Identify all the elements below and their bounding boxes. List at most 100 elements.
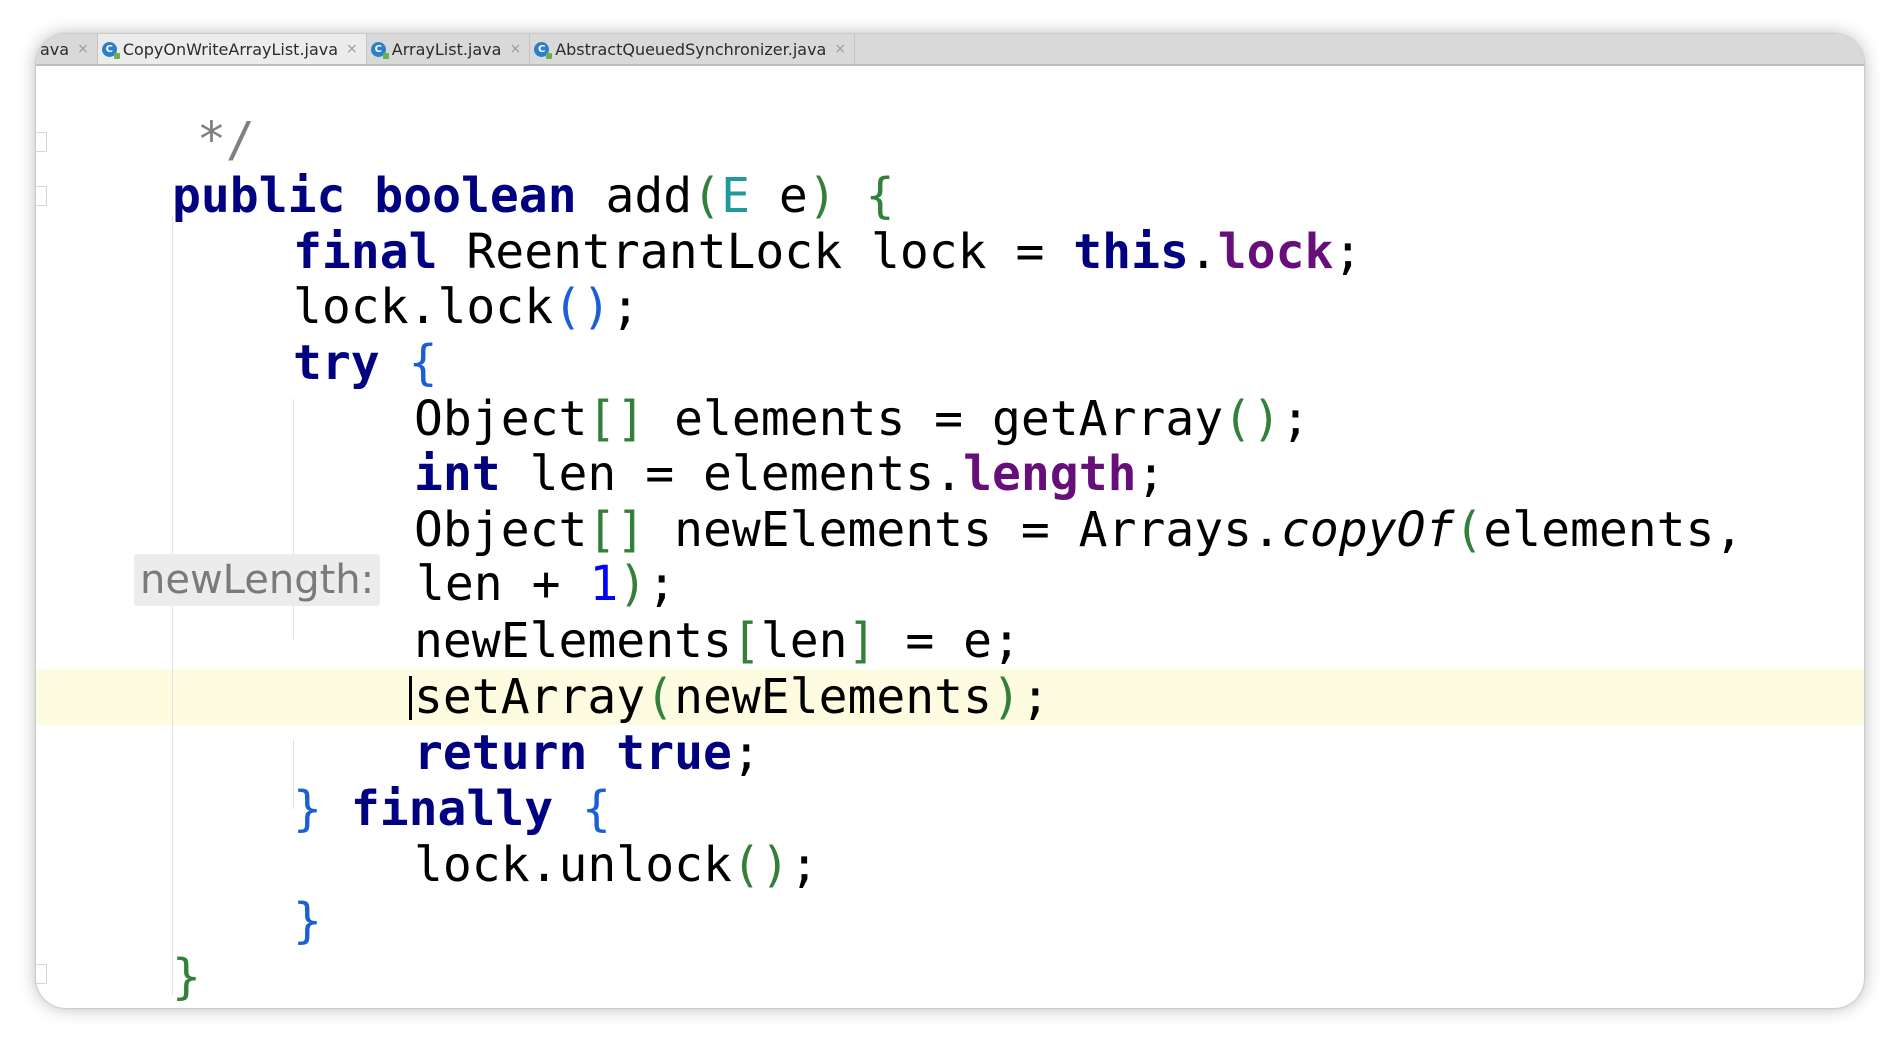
code-line-13: } finally {: [293, 781, 611, 837]
java-class-icon: C: [370, 41, 389, 59]
code-text: setArray: [414, 669, 646, 725]
code-line-12: return true;: [414, 725, 761, 781]
code-text: elements,: [1483, 502, 1744, 558]
text-caret: [409, 676, 412, 720]
field: lock: [1217, 224, 1334, 280]
code-line-8: Object[] newElements = Arrays.copyOf(ele…: [414, 502, 1743, 558]
code-text: lock.lock: [293, 279, 554, 335]
paren: ): [991, 669, 1021, 725]
code-line-7: int len = elements.length;: [414, 446, 1165, 502]
code-line-9: len + 1);: [416, 556, 676, 612]
comment-end: */: [197, 112, 255, 168]
close-icon[interactable]: ×: [509, 41, 521, 57]
field: length: [963, 446, 1137, 502]
editor-tab-bar: ava × C CopyOnWriteArrayList.java × C Ar…: [36, 34, 1864, 66]
close-icon[interactable]: ×: [834, 41, 846, 57]
code-text: ;: [610, 279, 640, 335]
code-text: ReentrantLock lock =: [466, 224, 1045, 280]
code-line-3: final ReentrantLock lock = this.lock;: [293, 224, 1362, 280]
keyword: return: [414, 725, 588, 781]
bracket: []: [587, 502, 646, 558]
paren: (): [553, 279, 611, 335]
tab-abstractqueuedsynchronizer[interactable]: C AbstractQueuedSynchronizer.java ×: [530, 34, 856, 64]
java-class-icon: C: [534, 41, 553, 59]
static-method: copyOf: [1280, 502, 1455, 558]
brace: {: [408, 335, 438, 391]
code-text: lock.unlock: [414, 837, 732, 893]
brace: {: [865, 168, 895, 224]
code-text: ;: [1333, 224, 1363, 280]
tab-copyonwritearraylist[interactable]: C CopyOnWriteArrayList.java ×: [97, 34, 367, 64]
code-text: ;: [1020, 669, 1050, 725]
code-line-10: newElements[len] = e;: [414, 613, 1021, 669]
code-text: newElements: [674, 669, 992, 725]
code-text: .: [1188, 224, 1218, 280]
tab-label: CopyOnWriteArrayList.java: [122, 39, 339, 59]
code-line-4: lock.lock();: [293, 279, 640, 335]
paren: (): [1223, 391, 1281, 447]
code-line-2: public boolean add(E e) {: [172, 168, 895, 224]
code-text: len = elements.: [529, 446, 964, 502]
tab-arraylist[interactable]: C ArrayList.java ×: [367, 34, 531, 64]
close-icon[interactable]: ×: [346, 41, 358, 57]
brace: }: [172, 949, 201, 1005]
code-text: newElements: [414, 613, 732, 669]
keyword: this: [1073, 224, 1189, 280]
keyword: int: [414, 446, 501, 502]
tab-java-partial[interactable]: ava ×: [36, 34, 98, 64]
bracket: []: [587, 391, 646, 447]
paren: (): [731, 837, 790, 893]
code-line-6: Object[] elements = getArray();: [414, 391, 1310, 447]
code-text: ;: [1136, 446, 1166, 502]
code-text: = e;: [905, 613, 1021, 669]
bracket: [: [731, 613, 761, 669]
indent-guide: [172, 216, 173, 996]
number: 1: [589, 556, 619, 612]
code-text: newElements = Arrays.: [674, 502, 1281, 558]
code-text: elements = getArray: [674, 391, 1224, 447]
brace: }: [293, 781, 322, 837]
paren: (: [1454, 502, 1484, 558]
fold-marker-icon[interactable]: [36, 186, 47, 206]
paren: (: [645, 669, 675, 725]
close-icon[interactable]: ×: [77, 41, 89, 57]
code-text: ;: [789, 837, 819, 893]
code-line-1: */: [197, 112, 255, 168]
keyword: boolean: [374, 168, 577, 224]
code-text: Object: [414, 391, 588, 447]
inlay-parameter-hint: newLength:: [134, 554, 381, 606]
code-line-16: }: [172, 949, 201, 1005]
code-text: len +: [416, 556, 590, 612]
param-name: e: [778, 168, 808, 224]
method-name: add: [605, 168, 693, 224]
code-line-5: try {: [293, 335, 438, 391]
code-text: Object: [414, 502, 588, 558]
code-text: len: [760, 613, 848, 669]
tab-label: AbstractQueuedSynchronizer.java: [555, 39, 827, 59]
code-text: ;: [731, 725, 761, 781]
keyword: try: [293, 335, 380, 391]
keyword: public: [172, 168, 346, 224]
code-line-15: }: [293, 893, 322, 949]
code-line-14: lock.unlock();: [414, 837, 819, 893]
type-param: E: [721, 168, 751, 224]
ide-window: ava × C CopyOnWriteArrayList.java × C Ar…: [36, 34, 1864, 1008]
brace: }: [293, 893, 322, 949]
keyword: true: [616, 725, 732, 781]
keyword: finally: [350, 781, 554, 837]
tab-label: ava: [40, 39, 70, 59]
paren: (: [692, 168, 722, 224]
fold-marker-icon[interactable]: [36, 964, 47, 984]
fold-marker-icon[interactable]: [36, 132, 47, 152]
tab-label: ArrayList.java: [391, 39, 502, 59]
keyword: final: [293, 224, 438, 280]
code-text: ;: [647, 556, 677, 612]
brace: {: [582, 781, 611, 837]
bracket: ]: [847, 613, 877, 669]
code-text: ;: [1280, 391, 1310, 447]
code-editor[interactable]: */ public boolean add(E e) { final Reent…: [36, 66, 1864, 1008]
code-line-11: setArray(newElements);: [414, 669, 1050, 725]
paren: ): [618, 556, 648, 612]
paren: ): [807, 168, 837, 224]
java-class-icon: C: [101, 41, 120, 59]
